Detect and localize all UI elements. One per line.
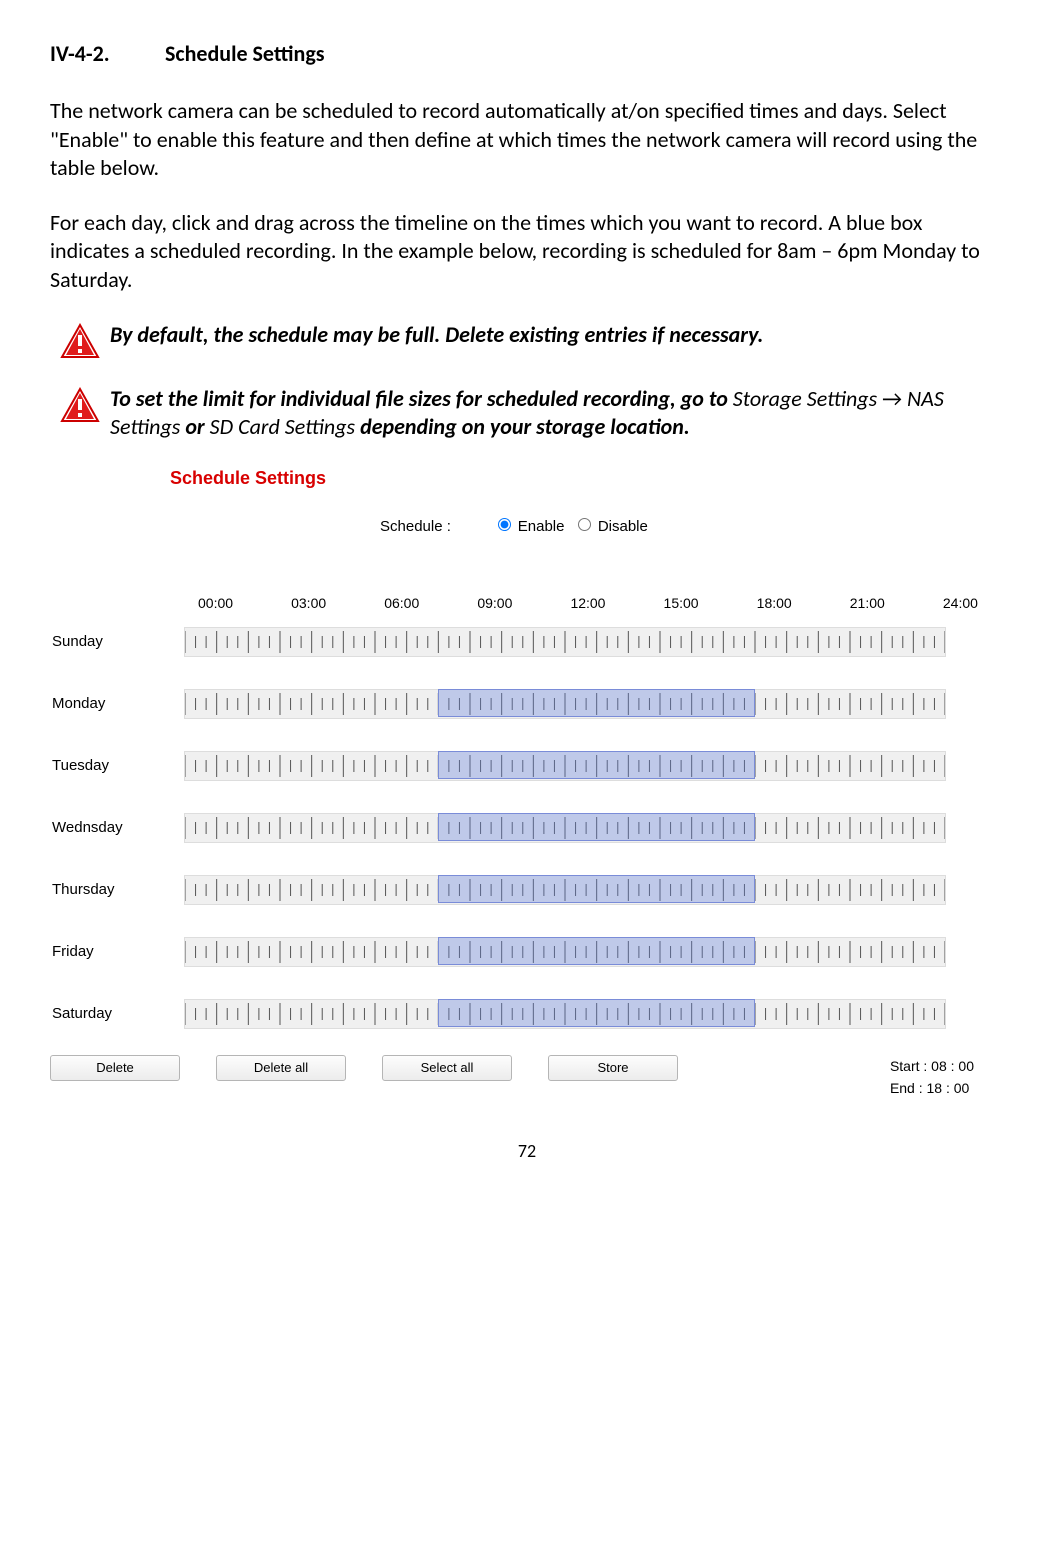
- day-label: Sunday: [50, 633, 184, 650]
- radio-enable[interactable]: [498, 518, 511, 531]
- panel-title: Schedule Settings: [170, 468, 1004, 489]
- day-row: Thursday: [50, 869, 1004, 911]
- timeline[interactable]: [184, 999, 946, 1029]
- hour-label: 18:00: [757, 595, 792, 611]
- day-label: Wednsday: [50, 819, 184, 836]
- day-row: Saturday: [50, 993, 1004, 1035]
- day-label: Monday: [50, 695, 184, 712]
- selected-range[interactable]: [438, 937, 755, 965]
- buttons-row: Delete Delete all Select all Store Start…: [50, 1055, 1004, 1100]
- hour-label: 12:00: [570, 595, 605, 611]
- timeline[interactable]: [184, 751, 946, 781]
- selected-range[interactable]: [438, 999, 755, 1027]
- selected-range[interactable]: [438, 813, 755, 841]
- radio-disable-label: Disable: [598, 518, 648, 535]
- page-number: 72: [50, 1140, 1004, 1162]
- selected-range[interactable]: [438, 689, 755, 717]
- warning-icon: [50, 321, 110, 359]
- paragraph-2: For each day, click and drag across the …: [50, 209, 1004, 295]
- day-label: Tuesday: [50, 757, 184, 774]
- time-axis: 00:00 03:00 06:00 09:00 12:00 15:00 18:00 21:00…: [198, 595, 978, 611]
- day-row: Friday: [50, 931, 1004, 973]
- radio-enable-label: Enable: [518, 518, 565, 535]
- note-2-text: To set the limit for individual file siz…: [110, 385, 1004, 442]
- section-number: IV-4-2.: [50, 40, 160, 67]
- day-label: Saturday: [50, 1005, 184, 1022]
- timeline[interactable]: [184, 689, 946, 719]
- note-1: By default, the schedule may be full. De…: [50, 321, 1004, 359]
- hour-label: 15:00: [664, 595, 699, 611]
- section-title: Schedule Settings: [165, 40, 325, 67]
- hour-label: 00:00: [198, 595, 233, 611]
- select-all-button[interactable]: Select all: [382, 1055, 512, 1081]
- store-button[interactable]: Store: [548, 1055, 678, 1081]
- timeline[interactable]: [184, 813, 946, 843]
- paragraph-1: The network camera can be scheduled to r…: [50, 97, 1004, 183]
- range-start: Start : 08 : 00: [890, 1055, 974, 1077]
- hour-label: 03:00: [291, 595, 326, 611]
- selected-range[interactable]: [438, 875, 755, 903]
- hour-label: 09:00: [477, 595, 512, 611]
- day-row: Sunday: [50, 621, 1004, 663]
- selected-range[interactable]: [438, 751, 755, 779]
- radio-disable[interactable]: [578, 518, 591, 531]
- section-heading: IV-4-2. Schedule Settings: [50, 40, 1004, 67]
- schedule-enable-row: Schedule : Enable Disable: [380, 515, 1004, 535]
- timeline[interactable]: [184, 875, 946, 905]
- range-end: End : 18 : 00: [890, 1077, 974, 1099]
- day-row: Monday: [50, 683, 1004, 725]
- hour-label: 06:00: [384, 595, 419, 611]
- note-1-text: By default, the schedule may be full. De…: [110, 321, 763, 348]
- range-info: Start : 08 : 00 End : 18 : 00: [890, 1055, 974, 1100]
- day-label: Thursday: [50, 881, 184, 898]
- day-row: Tuesday: [50, 745, 1004, 787]
- hour-label: 24:00: [943, 595, 978, 611]
- timeline[interactable]: [184, 627, 946, 657]
- delete-button[interactable]: Delete: [50, 1055, 180, 1081]
- note-2: To set the limit for individual file siz…: [50, 385, 1004, 442]
- schedule-label: Schedule :: [380, 518, 451, 535]
- day-label: Friday: [50, 943, 184, 960]
- hour-label: 21:00: [850, 595, 885, 611]
- warning-icon: [50, 385, 110, 423]
- day-row: Wednsday: [50, 807, 1004, 849]
- delete-all-button[interactable]: Delete all: [216, 1055, 346, 1081]
- timeline[interactable]: [184, 937, 946, 967]
